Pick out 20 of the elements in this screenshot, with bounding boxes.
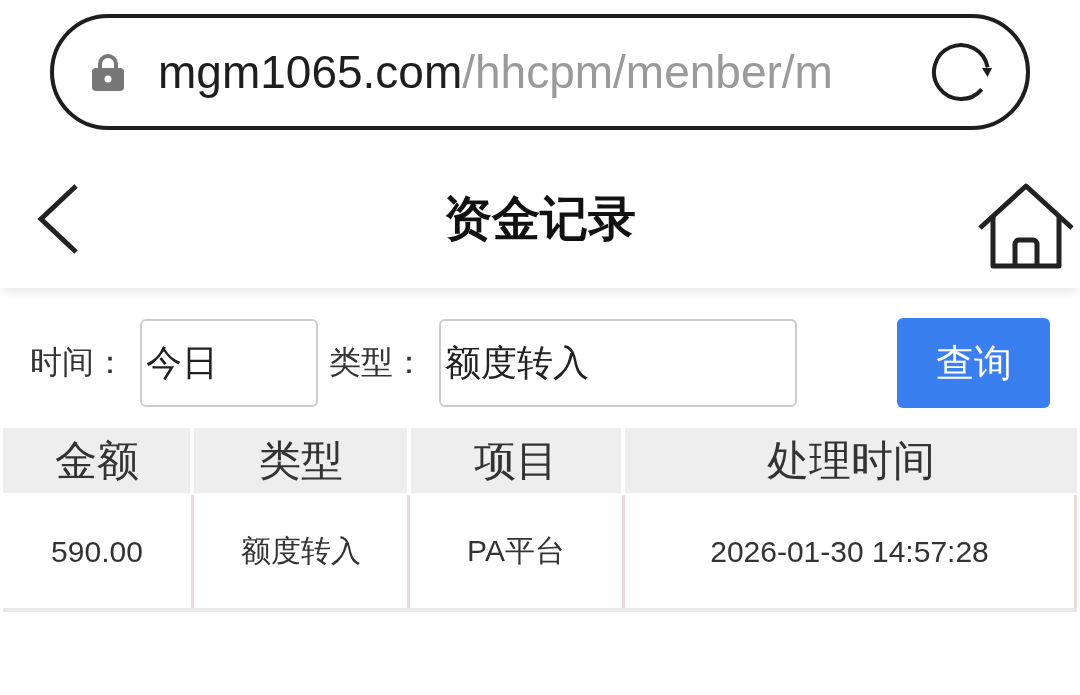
table-cell: PA平台 bbox=[407, 495, 622, 608]
column-header: 类型 bbox=[194, 428, 407, 493]
table-cell: 2026-01-30 14:57:28 bbox=[622, 495, 1077, 608]
column-header: 金额 bbox=[3, 428, 190, 493]
url-text: mgm1065.com/hhcpm/menber/m bbox=[158, 45, 833, 99]
table-cell-text: 590.00 bbox=[50, 533, 144, 570]
search-button[interactable]: 查询 bbox=[897, 318, 1050, 408]
input-field[interactable]: 额度转入 bbox=[439, 319, 797, 407]
reload-icon[interactable] bbox=[930, 41, 992, 103]
column-header: 处理时间 bbox=[625, 428, 1077, 493]
page-title: 资金记录 bbox=[444, 191, 636, 247]
back-icon[interactable] bbox=[37, 184, 79, 254]
table-cell: 额度转入 bbox=[191, 495, 407, 608]
address-bar[interactable]: mgm1065.com/hhcpm/menber/m bbox=[50, 14, 1030, 130]
filter-label: 类型： bbox=[329, 343, 425, 382]
column-header: 项目 bbox=[411, 428, 621, 493]
lock-icon bbox=[92, 53, 124, 91]
filter-label: 时间： bbox=[30, 343, 126, 382]
input-field[interactable]: 今日 bbox=[140, 319, 318, 407]
home-icon[interactable] bbox=[977, 182, 1075, 270]
